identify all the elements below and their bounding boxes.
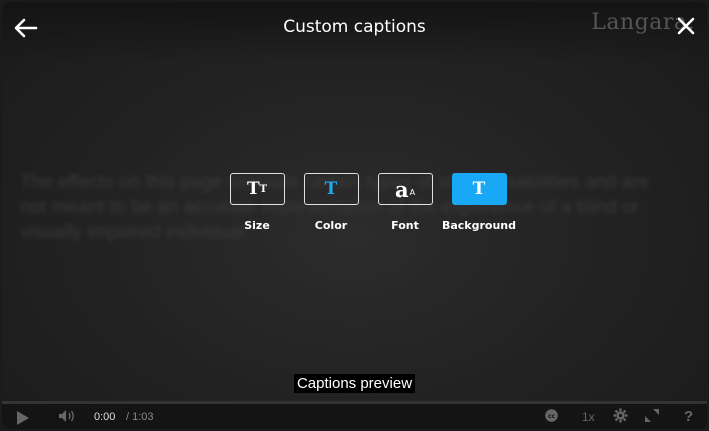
option-color-label: Color	[314, 219, 348, 232]
captions-preview: Captions preview	[2, 374, 707, 393]
text-color-icon: T	[303, 173, 359, 205]
volume-button[interactable]	[58, 409, 76, 426]
option-size-label: Size	[244, 219, 270, 232]
background-icon: T	[451, 173, 507, 205]
play-button[interactable]	[17, 411, 29, 425]
fullscreen-button[interactable]	[644, 408, 660, 426]
expand-icon	[645, 409, 659, 422]
duration: / 1:03	[126, 411, 154, 423]
option-size[interactable]: TT Size	[220, 173, 294, 232]
option-color[interactable]: T Color	[294, 173, 368, 232]
font-icon: aA	[377, 173, 433, 205]
current-time: 0:00	[94, 411, 116, 423]
captions-preview-text: Captions preview	[293, 374, 416, 393]
player-controls: 0:00 / 1:03 cc 1x ?	[2, 401, 707, 429]
text-size-icon: TT	[229, 173, 285, 205]
settings-button[interactable]	[613, 408, 628, 426]
option-background-label: Background	[441, 219, 517, 232]
option-background[interactable]: T Background	[438, 173, 520, 232]
closed-captions-icon: cc	[545, 409, 558, 422]
svg-text:cc: cc	[548, 413, 556, 420]
close-button[interactable]	[675, 15, 697, 37]
playback-speed-button[interactable]: 1x	[582, 410, 595, 424]
gear-icon	[613, 408, 628, 423]
option-font-label: Font	[391, 219, 419, 232]
video-player: The effects on this page simulate certai…	[2, 2, 707, 429]
caption-options: TT Size T Color aA Font T Background	[220, 173, 520, 232]
option-font[interactable]: aA Font	[368, 173, 442, 232]
close-icon	[677, 17, 695, 35]
captions-button[interactable]: cc	[544, 409, 559, 425]
volume-icon	[59, 410, 74, 422]
help-button[interactable]: ?	[684, 408, 693, 425]
